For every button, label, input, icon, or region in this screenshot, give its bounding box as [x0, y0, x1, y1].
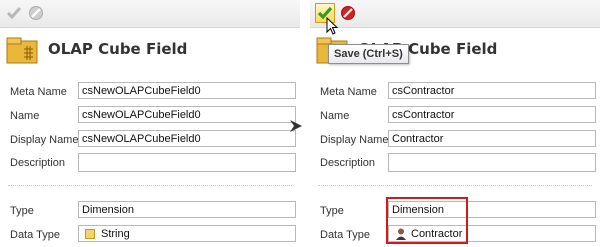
field-name: Name csContractor: [310, 106, 600, 126]
data-type-select[interactable]: String: [78, 225, 296, 242]
type-select[interactable]: Dimension: [78, 201, 296, 218]
field-description: Description: [0, 153, 300, 173]
meta-name-input[interactable]: csContractor: [388, 82, 596, 99]
right-panel: OLAP Cube Field Save (Ctrl+S) Meta Name …: [310, 0, 600, 247]
field-label: Description: [10, 157, 66, 169]
field-label: Type: [320, 205, 344, 217]
change-highlight-box: [386, 197, 468, 244]
cancel-icon[interactable]: [340, 5, 356, 21]
field-description: Description: [310, 153, 600, 173]
field-label: Name: [10, 110, 40, 122]
description-input[interactable]: [388, 153, 596, 172]
display-name-input[interactable]: Contractor: [388, 130, 596, 147]
meta-name-input[interactable]: csNewOLAPCubeField0: [78, 82, 296, 99]
field-meta-name: Meta Name csContractor: [310, 82, 600, 102]
string-type-icon: [85, 229, 95, 239]
divider: [8, 185, 292, 186]
field-label: Name: [320, 110, 350, 122]
page-title: OLAP Cube Field: [48, 40, 188, 58]
name-input[interactable]: csContractor: [388, 106, 596, 123]
save-tooltip: Save (Ctrl+S): [328, 44, 409, 64]
field-label: Data Type: [10, 229, 60, 241]
arrow-right-icon: [288, 116, 310, 139]
field-display-name: Display Name csNewOLAPCubeField0: [0, 130, 300, 150]
field-label: Type: [10, 205, 34, 217]
page-header: OLAP Cube Field: [0, 37, 300, 67]
field-label: Display Name: [320, 134, 389, 146]
name-input[interactable]: csNewOLAPCubeField0: [78, 106, 296, 123]
field-label: Meta Name: [320, 86, 377, 98]
field-meta-name: Meta Name csNewOLAPCubeField0: [0, 82, 300, 102]
field-display-name: Display Name Contractor: [310, 130, 600, 150]
left-panel: OLAP Cube Field Meta Name csNewOLAPCubeF…: [0, 0, 300, 247]
field-label: Display Name: [10, 134, 79, 146]
field-label: Data Type: [320, 229, 370, 241]
field-label: Meta Name: [10, 86, 67, 98]
divider: [318, 185, 592, 186]
cancel-icon[interactable]: [28, 5, 44, 21]
field-type: Type Dimension: [0, 201, 300, 221]
field-label: Description: [320, 157, 376, 169]
toolbar: [310, 0, 600, 35]
data-type-value: String: [101, 228, 130, 240]
field-name: Name csNewOLAPCubeField0: [0, 106, 300, 126]
toolbar: [0, 0, 300, 28]
field-data-type: Data Type String: [0, 225, 300, 245]
display-name-input[interactable]: csNewOLAPCubeField0: [78, 130, 296, 147]
cube-icon: [6, 37, 40, 68]
description-input[interactable]: [78, 153, 296, 172]
save-check-icon[interactable]: [6, 5, 22, 21]
